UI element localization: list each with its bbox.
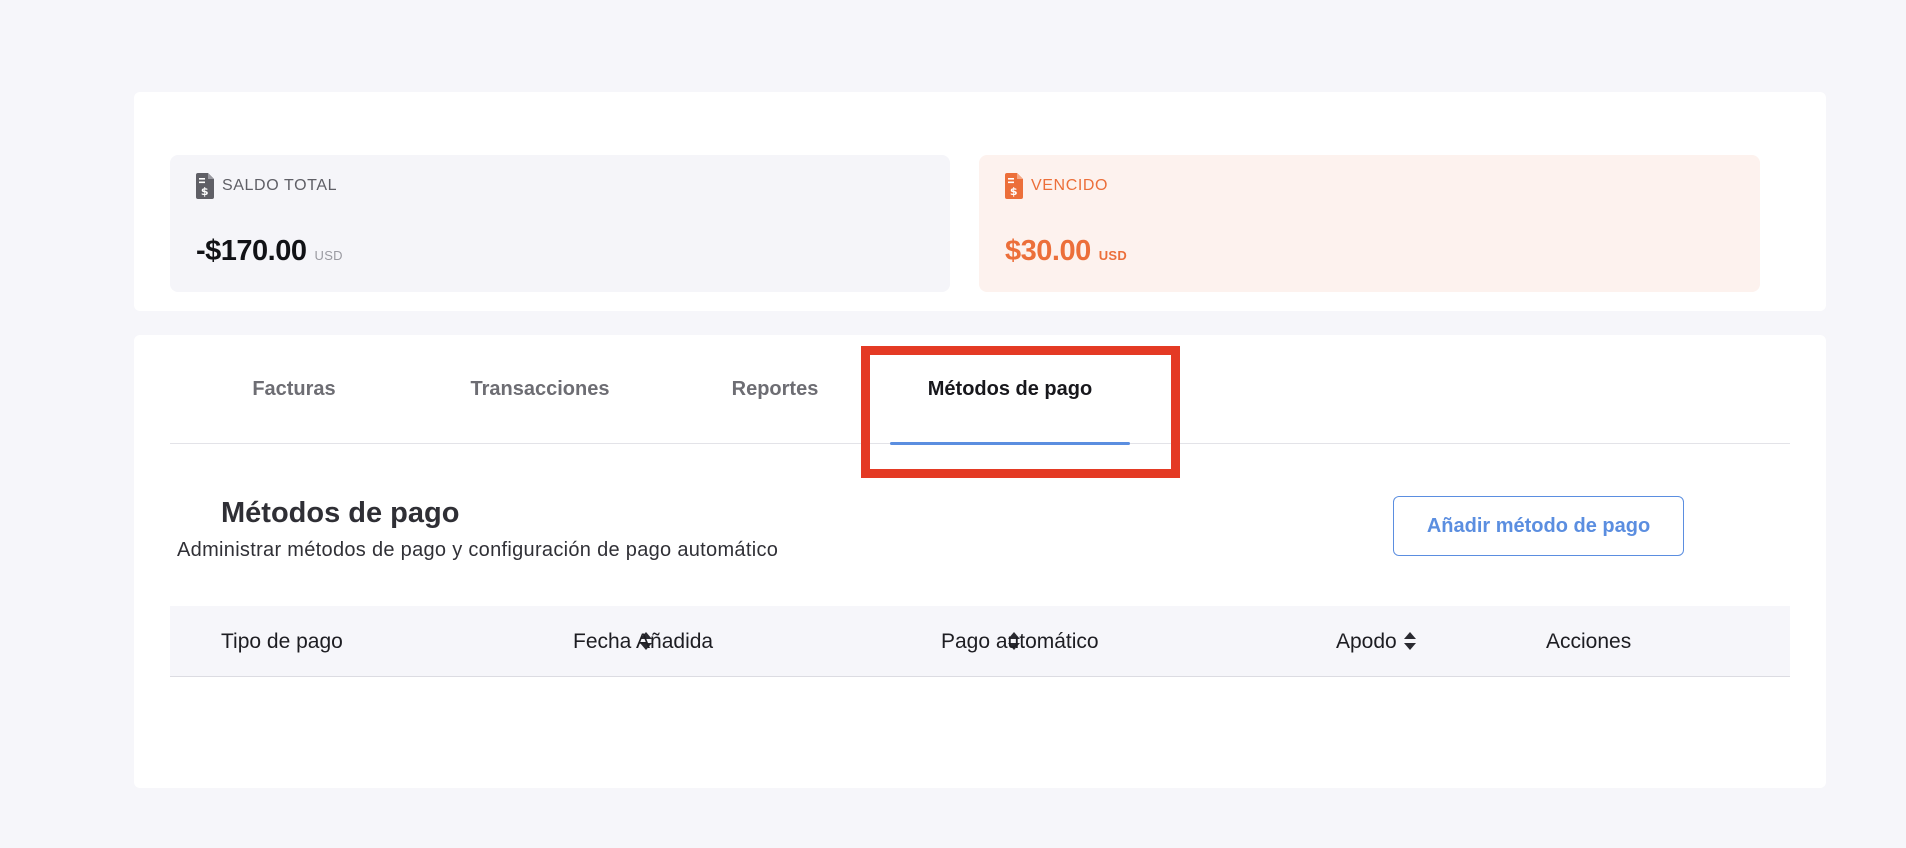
overdue-balance-title: VENCIDO [1031, 177, 1109, 194]
invoice-dollar-icon: $ [196, 173, 214, 199]
column-header-acciones: Acciones [1546, 629, 1632, 653]
total-balance-amount: -$170.00 [196, 235, 307, 267]
payment-methods-table-header: Tipo de pago Fecha Añadida Pago automáti… [170, 606, 1790, 677]
total-balance-currency: USD [314, 248, 343, 263]
billing-page: $ SALDO TOTAL -$170.00 USD $ VENCIDO $30… [0, 0, 1906, 848]
overdue-balance-label: $ VENCIDO [1005, 173, 1108, 199]
total-balance-label: $ SALDO TOTAL [196, 173, 337, 199]
column-header-fecha-anadida[interactable]: Fecha Añadida [573, 606, 713, 677]
total-balance-amount-row: -$170.00 USD [196, 235, 343, 268]
page-subtitle: Administrar métodos de pago y configurac… [177, 539, 779, 561]
overdue-balance-amount: $30.00 [1005, 235, 1091, 267]
svg-text:$: $ [1010, 185, 1018, 198]
overdue-balance-amount-row: $30.00 USD [1005, 235, 1127, 268]
column-header-pago-automatico[interactable]: Pago automático [941, 606, 1099, 677]
overdue-balance-box: $ VENCIDO $30.00 USD [979, 155, 1760, 292]
invoice-dollar-icon: $ [1005, 173, 1023, 199]
add-payment-method-button[interactable]: Añadir método de pago [1393, 496, 1684, 556]
sort-icon[interactable] [1403, 630, 1417, 652]
total-balance-title: SALDO TOTAL [222, 177, 338, 194]
tab-metodos-de-pago[interactable]: Métodos de pago [890, 335, 1130, 445]
total-balance-box: $ SALDO TOTAL -$170.00 USD [170, 155, 950, 292]
column-header-apodo: Apodo [1336, 629, 1397, 653]
column-header-tipo-de-pago[interactable]: Tipo de pago [221, 606, 343, 677]
svg-text:$: $ [201, 185, 209, 198]
balance-summary-card: $ SALDO TOTAL -$170.00 USD $ VENCIDO $30… [134, 92, 1826, 311]
page-title: Métodos de pago [221, 497, 460, 529]
payment-methods-card: Facturas Transacciones Reportes Métodos … [134, 335, 1826, 788]
tab-facturas[interactable]: Facturas [230, 335, 358, 444]
billing-tabs: Facturas Transacciones Reportes Métodos … [170, 335, 1790, 445]
tab-transacciones[interactable]: Transacciones [450, 335, 630, 444]
overdue-balance-currency: USD [1098, 248, 1128, 263]
tab-reportes[interactable]: Reportes [710, 335, 840, 444]
